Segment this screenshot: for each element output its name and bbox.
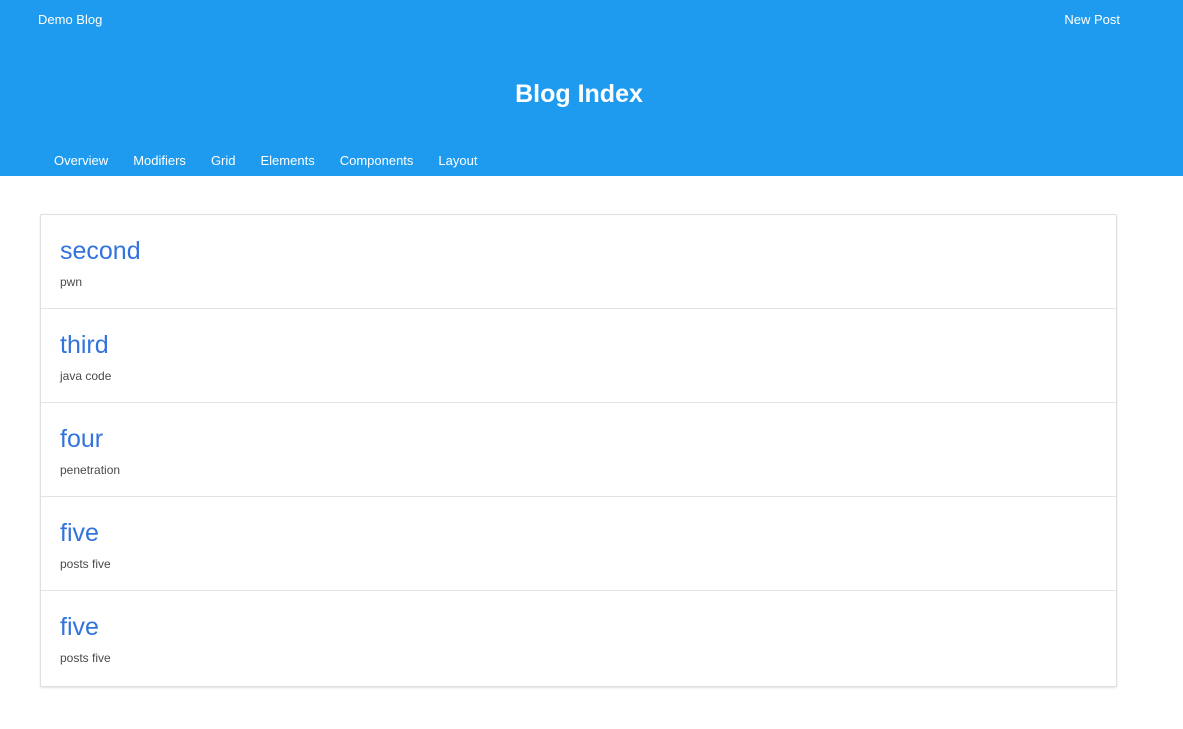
list-item: second pwn <box>41 215 1116 309</box>
post-title-link[interactable]: four <box>60 423 103 455</box>
list-item: five posts five <box>41 497 1116 591</box>
tab-components[interactable]: Components <box>328 150 426 172</box>
hero-header: Demo Blog New Post Blog Index Overview M… <box>0 0 1183 176</box>
new-post-link[interactable]: New Post <box>1064 11 1120 29</box>
post-title-link[interactable]: five <box>60 517 99 549</box>
tab-elements[interactable]: Elements <box>249 150 327 172</box>
page-title: Blog Index <box>515 80 643 108</box>
tab-modifiers[interactable]: Modifiers <box>121 150 198 172</box>
post-body: posts five <box>60 557 111 571</box>
tab-layout[interactable]: Layout <box>426 150 489 172</box>
list-item: third java code <box>41 309 1116 403</box>
post-list: second pwn third java code four penetrat… <box>40 214 1117 687</box>
post-body: penetration <box>60 463 121 477</box>
post-title-link[interactable]: five <box>60 611 99 643</box>
list-item: five posts five <box>41 591 1116 686</box>
post-title-link[interactable]: second <box>60 235 141 267</box>
post-body: posts five <box>60 651 111 665</box>
brand-link[interactable]: Demo Blog <box>38 11 102 29</box>
tab-grid[interactable]: Grid <box>199 150 248 172</box>
tab-bar: Overview Modifiers Grid Elements Compone… <box>42 150 490 172</box>
post-title-link[interactable]: third <box>60 329 109 361</box>
list-item: four penetration <box>41 403 1116 497</box>
tab-overview[interactable]: Overview <box>42 150 120 172</box>
post-body: java code <box>60 369 112 383</box>
post-body: pwn <box>60 275 83 289</box>
